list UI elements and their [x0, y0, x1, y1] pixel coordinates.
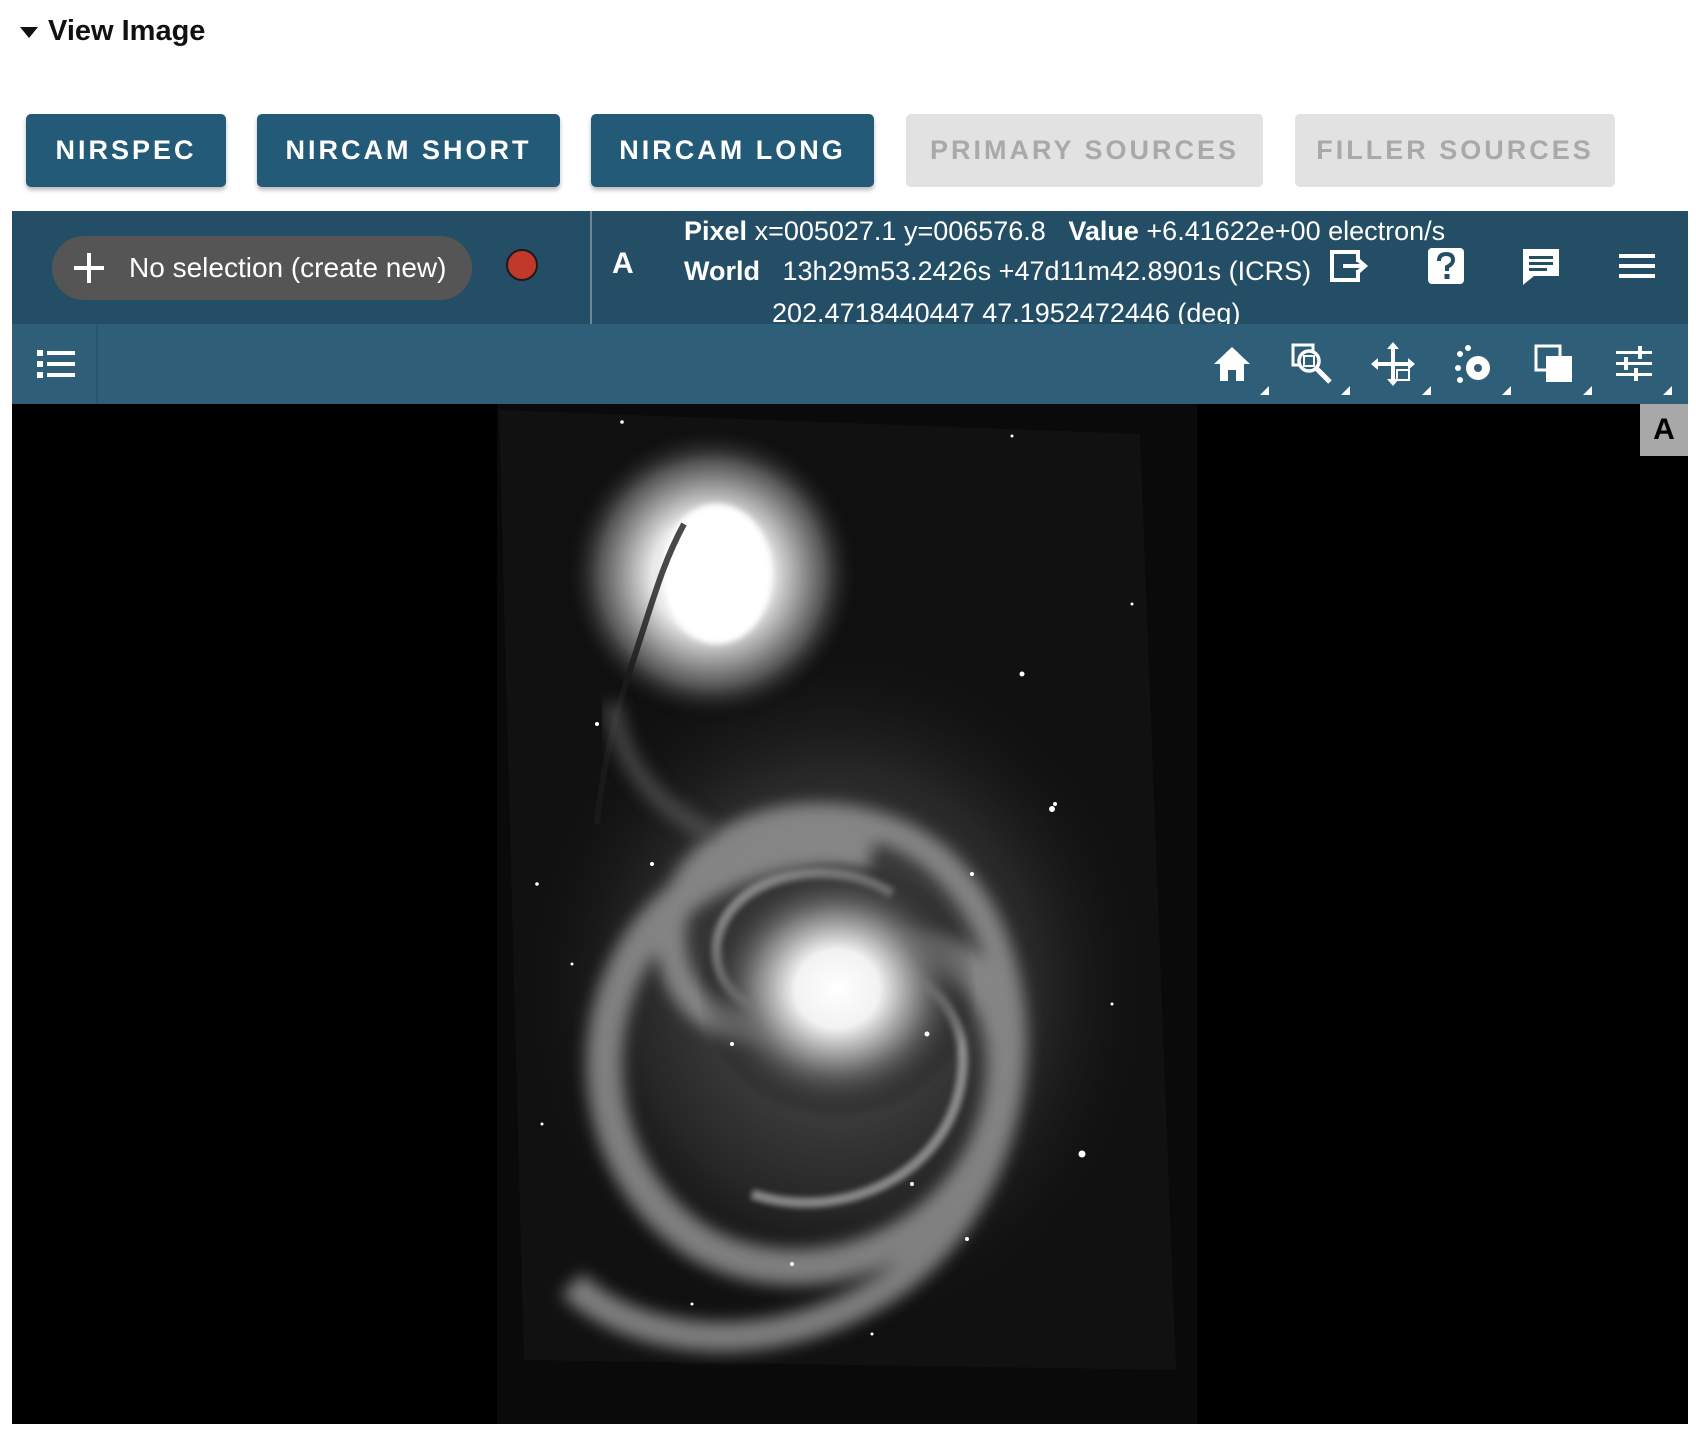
layers-toggle[interactable]	[12, 324, 98, 404]
layers-list-icon	[34, 342, 78, 386]
section-title: View Image	[48, 14, 206, 47]
value-value: +6.41622e+00 electron/s	[1146, 216, 1446, 246]
stretch-tool-menu-indicator[interactable]	[1583, 386, 1592, 395]
zoom-tool-menu-indicator[interactable]	[1341, 386, 1350, 395]
value-label: Value	[1068, 216, 1139, 246]
settings-icon[interactable]	[1612, 342, 1656, 386]
toolbar-divider	[590, 211, 592, 324]
instrument-button-row: NIRSPEC NIRCAM SHORT NIRCAM LONG PRIMARY…	[26, 114, 1626, 187]
pixel-label: Pixel	[684, 216, 748, 246]
home-icon[interactable]	[1210, 342, 1254, 386]
feedback-icon[interactable]	[1520, 245, 1562, 287]
filler-sources-button[interactable]: FILLER SOURCES	[1295, 114, 1615, 187]
nirspec-button[interactable]: NIRSPEC	[26, 114, 226, 187]
extraction-tool-menu-indicator[interactable]	[1502, 386, 1511, 395]
pixel-value: x=005027.1 y=006576.8	[754, 216, 1046, 246]
pan-icon[interactable]	[1371, 342, 1415, 386]
spectrum-extraction-icon[interactable]	[1452, 342, 1496, 386]
world-label: World	[684, 256, 760, 286]
stretch-icon[interactable]	[1532, 342, 1576, 386]
export-icon[interactable]	[1329, 245, 1371, 287]
menu-icon[interactable]	[1616, 245, 1658, 287]
caret-down-icon	[20, 26, 38, 38]
selection-label: No selection (create new)	[129, 252, 447, 283]
image-viewer-canvas[interactable]: A	[12, 404, 1688, 1424]
viewer-reference-badge: A	[1640, 404, 1688, 456]
nircam-short-button[interactable]: NIRCAM SHORT	[257, 114, 560, 187]
settings-tool-menu-indicator[interactable]	[1663, 386, 1672, 395]
subset-selection-dropdown[interactable]: No selection (create new)	[52, 236, 472, 300]
view-image-section-header[interactable]: View Image	[20, 14, 205, 48]
galaxy-image	[497, 404, 1197, 1424]
zoom-icon[interactable]	[1290, 342, 1334, 386]
help-icon[interactable]	[1425, 245, 1467, 287]
viewer-letter: A	[612, 247, 634, 280]
plus-icon	[74, 253, 104, 283]
viewer-tools-bar	[12, 324, 1688, 404]
viewer-toolbar: No selection (create new) A Pixel x=0050…	[12, 211, 1688, 328]
nircam-long-button[interactable]: NIRCAM LONG	[591, 114, 874, 187]
world-sexagesimal: 13h29m53.2426s +47d11m42.8901s (ICRS)	[782, 256, 1312, 286]
pan-tool-menu-indicator[interactable]	[1422, 386, 1431, 395]
primary-sources-button[interactable]: PRIMARY SOURCES	[906, 114, 1263, 187]
subset-color-dot[interactable]	[506, 249, 538, 281]
home-tool-menu-indicator[interactable]	[1260, 386, 1269, 395]
